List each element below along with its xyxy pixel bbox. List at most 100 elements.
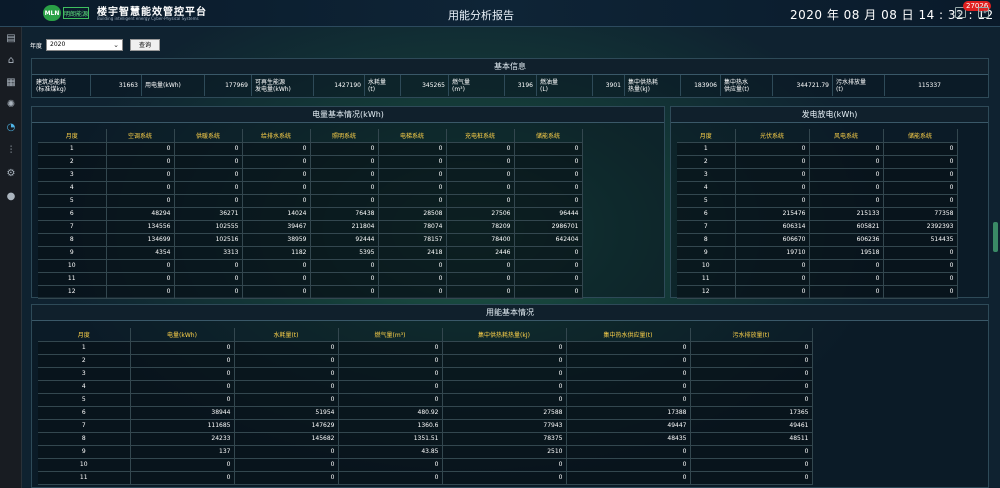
usage-column-header: 集中热水供应量(t) bbox=[566, 328, 691, 342]
electricity-cell: 0 bbox=[446, 259, 515, 273]
generation-header-row: 月度 光伏系统 风电系统 储能系统 bbox=[677, 129, 958, 143]
electricity-cell: 0 bbox=[310, 272, 379, 286]
usage-cell: 0 bbox=[130, 367, 235, 381]
sidebar: ▤ ⌂ ▦ ✺ ◔ ⫶ ⚙ ● bbox=[0, 27, 22, 488]
electricity-cell: 134556 bbox=[106, 220, 175, 234]
page-scrollbar[interactable] bbox=[993, 222, 998, 252]
generation-cell: 0 bbox=[883, 259, 958, 273]
generation-cell: 605821 bbox=[809, 220, 884, 234]
usage-cell: 0 bbox=[566, 458, 691, 472]
electricity-cell: 0 bbox=[378, 181, 447, 195]
usage-cell: 0 bbox=[130, 458, 235, 472]
info-label-water: 水耗量 (t) bbox=[365, 75, 401, 96]
electricity-cell: 0 bbox=[378, 194, 447, 208]
usage-cell: 1360.6 bbox=[338, 419, 443, 433]
usage-cell: 11 bbox=[38, 471, 131, 485]
gear-icon[interactable]: ⚙ bbox=[5, 168, 17, 180]
electricity-cell: 38959 bbox=[242, 233, 311, 247]
generation-cell: 4 bbox=[677, 181, 736, 195]
home-icon[interactable]: ⌂ bbox=[5, 55, 17, 67]
generation-cell: 0 bbox=[883, 142, 958, 156]
electricity-cell: 5 bbox=[38, 194, 107, 208]
generation-cell: 77358 bbox=[883, 207, 958, 221]
electricity-cell: 0 bbox=[242, 168, 311, 182]
generation-cell: 215476 bbox=[735, 207, 810, 221]
electricity-column-header: 照明系统 bbox=[310, 129, 379, 143]
pie-chart-icon[interactable]: ◔ bbox=[5, 122, 17, 134]
generation-title: 发电放电(kWh) bbox=[671, 107, 988, 123]
usage-cell: 1 bbox=[38, 341, 131, 355]
query-button[interactable]: 查询 bbox=[130, 39, 161, 51]
generation-panel: 发电放电(kWh) 月度 光伏系统 风电系统 储能系统 1 0 0 0 2 0 0 0 3 0 0 0 4 0 0 0… bbox=[670, 106, 989, 299]
electricity-cell: 96444 bbox=[514, 207, 583, 221]
electricity-cell: 102516 bbox=[174, 233, 243, 247]
generation-cell: 5 bbox=[677, 194, 736, 208]
info-value-renewable: 1427190 bbox=[314, 75, 365, 96]
sliders-icon[interactable]: ⫶ bbox=[5, 145, 17, 157]
generation-cell: 3 bbox=[677, 168, 736, 182]
usage-cell: 0 bbox=[690, 471, 813, 485]
electricity-cell: 2446 bbox=[446, 246, 515, 260]
electricity-cell: 0 bbox=[174, 168, 243, 182]
usage-cell: 1351.51 bbox=[338, 432, 443, 446]
generation-cell: 0 bbox=[809, 142, 884, 156]
usage-cell: 0 bbox=[566, 354, 691, 368]
usage-cell: 0 bbox=[690, 354, 813, 368]
electricity-cell: 0 bbox=[378, 285, 447, 299]
electricity-cell: 39467 bbox=[242, 220, 311, 234]
electricity-cell: 0 bbox=[106, 181, 175, 195]
usage-cell: 48435 bbox=[566, 432, 691, 446]
usage-column-header: 电量(kWh) bbox=[130, 328, 235, 342]
generation-column-header: 风电系统 bbox=[809, 129, 884, 143]
info-label-electricity: 用电量(kWh) bbox=[142, 75, 205, 96]
electricity-cell: 0 bbox=[310, 194, 379, 208]
basic-info-title: 基本信息 bbox=[32, 59, 988, 75]
electricity-cell: 92444 bbox=[310, 233, 379, 247]
generation-cell: 8 bbox=[677, 233, 736, 247]
user-icon[interactable]: ● bbox=[5, 191, 17, 203]
electricity-row: 7 134556 102555 39467 211804 78074 78209 298670… bbox=[38, 220, 583, 234]
electricity-cell: 102555 bbox=[174, 220, 243, 234]
chart-icon[interactable]: ▦ bbox=[5, 77, 17, 89]
usage-cell: 0 bbox=[566, 471, 691, 485]
generation-cell: 0 bbox=[883, 155, 958, 169]
usage-cell: 0 bbox=[442, 393, 567, 407]
info-label-renewable: 可再生能源 发电量(kWh) bbox=[252, 75, 314, 96]
electricity-cell: 0 bbox=[378, 142, 447, 156]
electricity-cell: 4354 bbox=[106, 246, 175, 260]
generation-cell: 0 bbox=[883, 168, 958, 182]
generation-row: 3000 bbox=[677, 168, 958, 182]
building-icon[interactable]: ▤ bbox=[5, 33, 17, 45]
usage-cell: 0 bbox=[338, 367, 443, 381]
electricity-cell: 0 bbox=[514, 259, 583, 273]
generation-row: 11 0 0 0 bbox=[677, 272, 958, 286]
generation-row: 6 215476 215133 77358 bbox=[677, 207, 958, 221]
electricity-column-header: 充电桩系统 bbox=[446, 129, 515, 143]
usage-cell: 0 bbox=[234, 445, 339, 459]
generation-cell: 606314 bbox=[735, 220, 810, 234]
electricity-cell: 0 bbox=[514, 155, 583, 169]
usage-cell: 0 bbox=[442, 367, 567, 381]
usage-row: 8 24233 145682 1351.51 78375 48435 48511 bbox=[38, 432, 813, 446]
electricity-cell: 0 bbox=[174, 142, 243, 156]
logo: MLN 明朗能源 bbox=[43, 5, 91, 21]
info-value-gas: 3196 bbox=[505, 75, 537, 96]
usage-cell: 10 bbox=[38, 458, 131, 472]
electricity-table: 月度 空调系统 供暖系统 给排水系统 照明系统 电梯系统 充电桩系统 储能系统 1 0 0 0 0 0 0 0… bbox=[38, 129, 583, 299]
electricity-cell: 0 bbox=[174, 194, 243, 208]
generation-cell: 0 bbox=[883, 272, 958, 286]
top-header: MLN 明朗能源 楼宇智慧能效管控平台 Building intelligent… bbox=[0, 0, 1000, 27]
usage-cell: 0 bbox=[442, 458, 567, 472]
electricity-column-header: 储能系统 bbox=[514, 129, 583, 143]
logout-icon[interactable]: ⇥ bbox=[978, 7, 989, 18]
electricity-cell: 28508 bbox=[378, 207, 447, 221]
usage-table: 月度 电量(kWh) 水耗量(t) 燃气量(m³) 集中供热耗热量(kJ) 集中热水供应量… bbox=[38, 328, 813, 485]
electricity-title: 电量基本情况(kWh) bbox=[32, 107, 664, 123]
usage-cell: 3 bbox=[38, 367, 131, 381]
generation-cell: 0 bbox=[735, 272, 810, 286]
electricity-row: 10 0 0 0 0 0 0 0 bbox=[38, 259, 583, 273]
generation-cell: 0 bbox=[735, 142, 810, 156]
usage-row: 9 137 0 43.85 2510 0 0 bbox=[38, 445, 813, 459]
year-select[interactable]: 2020 ⌄ bbox=[46, 39, 124, 51]
lightbulb-icon[interactable]: ✺ bbox=[5, 99, 17, 111]
